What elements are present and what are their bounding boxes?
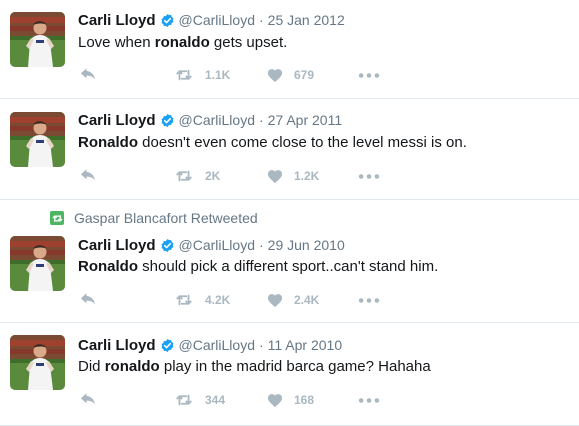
author-name[interactable]: Carli Lloyd <box>78 237 156 254</box>
retweet-button[interactable]: 4.2K <box>173 290 230 310</box>
more-button[interactable] <box>358 390 380 410</box>
like-button[interactable]: 679 <box>266 65 314 85</box>
author-name[interactable]: Carli Lloyd <box>78 337 156 354</box>
tweet-date[interactable]: 27 Apr 2011 <box>268 112 342 128</box>
tweet-text: Did ronaldo play in the madrid barca gam… <box>78 357 431 377</box>
text-part: Did <box>78 358 105 375</box>
retweet-button[interactable]: 2K <box>173 166 220 186</box>
tweet-text: Ronaldo should pick a different sport..c… <box>78 257 438 277</box>
avatar[interactable] <box>10 236 65 291</box>
retweet-icon <box>173 391 195 409</box>
author-name[interactable]: Carli Lloyd <box>78 112 156 129</box>
like-count: 1.2K <box>294 169 320 183</box>
retweet-count: 2K <box>205 169 221 183</box>
heart-icon <box>266 67 284 84</box>
text-highlight: Ronaldo <box>78 134 138 151</box>
like-count: 2.4K <box>294 293 320 307</box>
avatar-image <box>10 335 65 390</box>
like-button[interactable]: 168 <box>266 390 314 410</box>
avatar-image <box>10 112 65 167</box>
like-count: 679 <box>294 68 315 82</box>
tweet-text: Ronaldo doesn't even come close to the l… <box>78 133 467 153</box>
retweet-button[interactable]: 344 <box>173 390 225 410</box>
reply-icon <box>78 291 98 309</box>
text-highlight: Ronaldo <box>78 258 138 275</box>
author-name[interactable]: Carli Lloyd <box>78 12 156 29</box>
more-button[interactable] <box>358 65 380 85</box>
reply-button[interactable] <box>78 390 98 410</box>
tweet[interactable]: Carli Lloyd @CarliLloyd · 11 Apr 2010 Di… <box>0 323 579 426</box>
retweet-context: Gaspar Blancafort Retweeted <box>50 210 258 226</box>
separator: · <box>258 337 264 353</box>
verified-badge-icon <box>160 338 175 353</box>
like-button[interactable]: 1.2K <box>266 166 319 186</box>
heart-icon <box>266 168 284 185</box>
more-icon <box>358 297 380 304</box>
avatar[interactable] <box>10 335 65 390</box>
retweet-icon <box>173 291 195 309</box>
more-button[interactable] <box>358 166 380 186</box>
verified-badge-icon <box>160 238 175 253</box>
text-part: Love when <box>78 34 155 51</box>
tweet-actions: 4.2K 2.4K <box>78 290 398 310</box>
avatar-image <box>10 12 65 67</box>
avatar[interactable] <box>10 112 65 167</box>
text-highlight: ronaldo <box>154 34 210 51</box>
heart-icon <box>266 292 284 309</box>
tweet[interactable]: Gaspar Blancafort Retweeted Carli Lloyd … <box>0 200 579 323</box>
verified-badge-icon <box>160 13 175 28</box>
reply-button[interactable] <box>78 65 98 85</box>
separator: · <box>258 112 264 128</box>
like-button[interactable]: 2.4K <box>266 290 319 310</box>
tweet-timeline: Carli Lloyd @CarliLloyd · 25 Jan 2012 Lo… <box>0 0 579 426</box>
like-count: 168 <box>294 393 315 407</box>
author-handle[interactable]: @CarliLloyd <box>179 12 255 28</box>
reply-button[interactable] <box>78 290 98 310</box>
retweet-count: 344 <box>205 393 226 407</box>
author-handle[interactable]: @CarliLloyd <box>179 237 255 253</box>
tweet[interactable]: Carli Lloyd @CarliLloyd · 25 Jan 2012 Lo… <box>0 0 579 99</box>
tweet-actions: 344 168 <box>78 390 398 410</box>
tweet[interactable]: Carli Lloyd @CarliLloyd · 27 Apr 2011 Ro… <box>0 99 579 200</box>
tweet-text: Love when ronaldo gets upset. <box>78 33 287 53</box>
retweeted-by-label[interactable]: Gaspar Blancafort Retweeted <box>74 210 258 226</box>
verified-badge-icon <box>160 113 175 128</box>
separator: · <box>258 237 264 253</box>
retweet-count: 4.2K <box>205 293 231 307</box>
reply-icon <box>78 391 98 409</box>
text-part: gets upset. <box>209 34 288 51</box>
author-handle[interactable]: @CarliLloyd <box>179 337 255 353</box>
retweet-icon <box>173 66 195 84</box>
more-button[interactable] <box>358 290 380 310</box>
text-part: doesn't even come close to the level mes… <box>138 134 467 151</box>
reply-button[interactable] <box>78 166 98 186</box>
heart-icon <box>266 392 284 409</box>
separator: · <box>258 12 264 28</box>
tweet-actions: 1.1K 679 <box>78 65 398 85</box>
avatar[interactable] <box>10 12 65 67</box>
reply-icon <box>78 66 98 84</box>
tweet-actions: 2K 1.2K <box>78 166 398 186</box>
reply-icon <box>78 167 98 185</box>
tweet-date[interactable]: 11 Apr 2010 <box>268 337 342 353</box>
tweet-date[interactable]: 25 Jan 2012 <box>268 12 345 28</box>
retweet-count: 1.1K <box>205 68 231 82</box>
text-part: should pick a different sport..can't sta… <box>138 258 439 275</box>
more-icon <box>358 173 380 180</box>
retweet-button[interactable]: 1.1K <box>173 65 230 85</box>
text-highlight: ronaldo <box>104 358 160 375</box>
retweet-context-icon <box>50 211 64 225</box>
avatar-image <box>10 236 65 291</box>
retweet-icon <box>173 167 195 185</box>
tweet-date[interactable]: 29 Jun 2010 <box>268 237 345 253</box>
more-icon <box>358 72 380 79</box>
more-icon <box>358 397 380 404</box>
text-part: play in the madrid barca game? Hahaha <box>159 358 431 375</box>
author-handle[interactable]: @CarliLloyd <box>179 112 255 128</box>
